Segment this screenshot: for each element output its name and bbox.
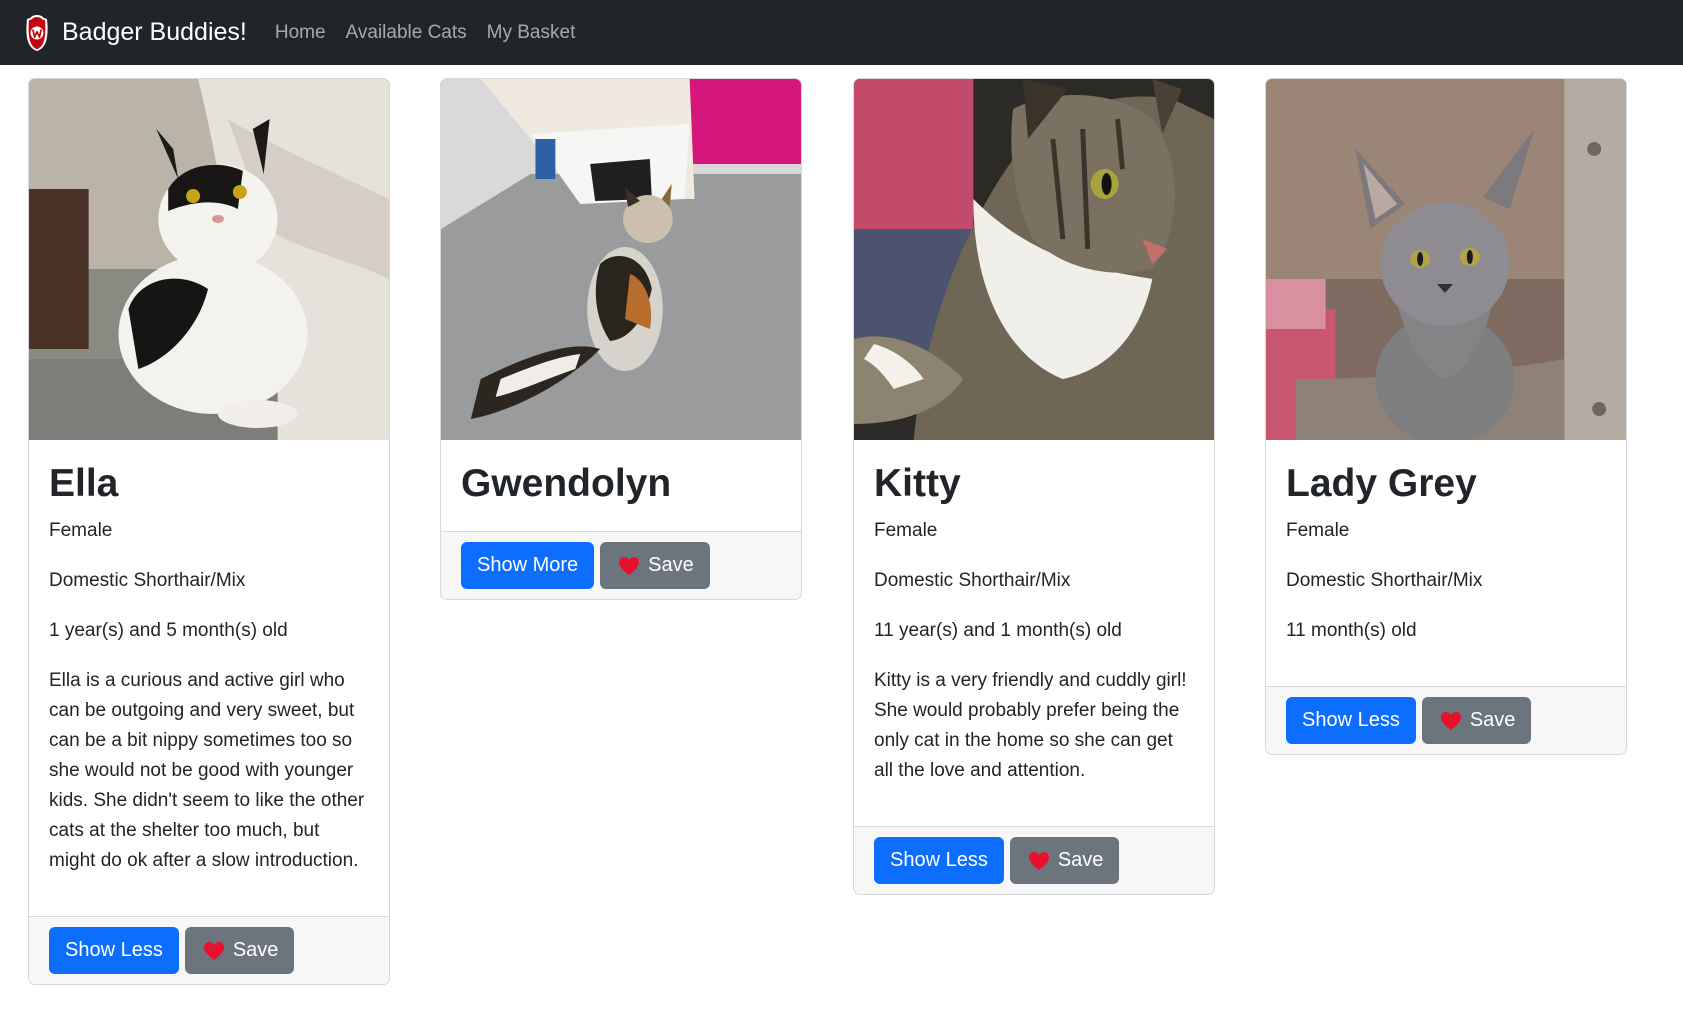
cat-description: Ella is a curious and active girl who ca… [49,670,365,871]
card-body: Lady Grey Female Domestic Shorthair/Mix … [1266,440,1626,646]
brand-title: Badger Buddies! [62,18,247,46]
cat-age: 11 year(s) and 1 month(s) old [874,620,1122,641]
cat-breed: Domestic Shorthair/Mix [1286,570,1483,591]
cat-photo-ella [29,79,389,440]
cat-breed: Domestic Shorthair/Mix [874,570,1071,591]
cat-gender: Female [49,520,113,541]
card-footer: Show Less Save [854,826,1214,894]
show-less-button[interactable]: Show Less [1286,697,1416,744]
card-body: Kitty Female Domestic Shorthair/Mix 11 y… [854,440,1214,786]
save-label: Save [232,939,279,961]
uw-crest-icon [26,14,48,51]
save-label: Save [1469,709,1516,731]
cat-description: Kitty is a very friendly and cuddly girl… [874,670,1187,781]
show-less-button[interactable]: Show Less [874,837,1004,884]
save-button[interactable]: Save [1421,697,1532,744]
show-less-button[interactable]: Show Less [49,927,179,974]
nav-link-home[interactable]: Home [275,22,326,44]
cat-photo-gwendolyn [441,79,801,440]
nav-links: Home Available Cats My Basket [275,22,596,44]
heart-icon [619,556,640,575]
card-footer: Show Less Save [1266,686,1626,754]
cat-card-lady-grey: Lady Grey Female Domestic Shorthair/Mix … [1265,78,1627,755]
nav-link-my-basket[interactable]: My Basket [487,22,576,44]
cat-age: 1 year(s) and 5 month(s) old [49,620,288,641]
cat-name: Gwendolyn [461,462,672,505]
card-body: Gwendolyn [441,440,801,531]
save-button[interactable]: Save [184,927,295,974]
brand[interactable]: Badger Buddies! [24,14,247,52]
card-body: Ella Female Domestic Shorthair/Mix 1 yea… [29,440,389,876]
cat-photo-lady-grey [1266,79,1626,440]
cat-photo-kitty [854,79,1214,440]
nav-link-available-cats[interactable]: Available Cats [346,22,467,44]
heart-icon [1028,851,1049,870]
heart-icon [203,941,224,960]
cat-age: 11 month(s) old [1286,620,1417,641]
save-button[interactable]: Save [1009,837,1120,884]
cat-card-gwendolyn: Gwendolyn Show More Save [440,78,802,600]
cat-gender: Female [1286,520,1350,541]
cat-name: Lady Grey [1286,462,1477,505]
navbar: Badger Buddies! Home Available Cats My B… [0,0,1683,65]
save-label: Save [648,554,694,576]
cat-name: Kitty [874,462,961,505]
heart-icon [1440,711,1461,730]
cat-card-ella: Ella Female Domestic Shorthair/Mix 1 yea… [28,78,390,985]
card-footer: Show Less Save [29,916,389,984]
cat-card-kitty: Kitty Female Domestic Shorthair/Mix 11 y… [853,78,1215,895]
cat-gender: Female [874,520,938,541]
show-more-button[interactable]: Show More [461,542,595,589]
save-button[interactable]: Save [600,542,710,589]
cat-name: Ella [49,462,119,505]
save-label: Save [1057,849,1104,871]
card-footer: Show More Save [441,531,801,599]
cat-breed: Domestic Shorthair/Mix [49,570,246,591]
